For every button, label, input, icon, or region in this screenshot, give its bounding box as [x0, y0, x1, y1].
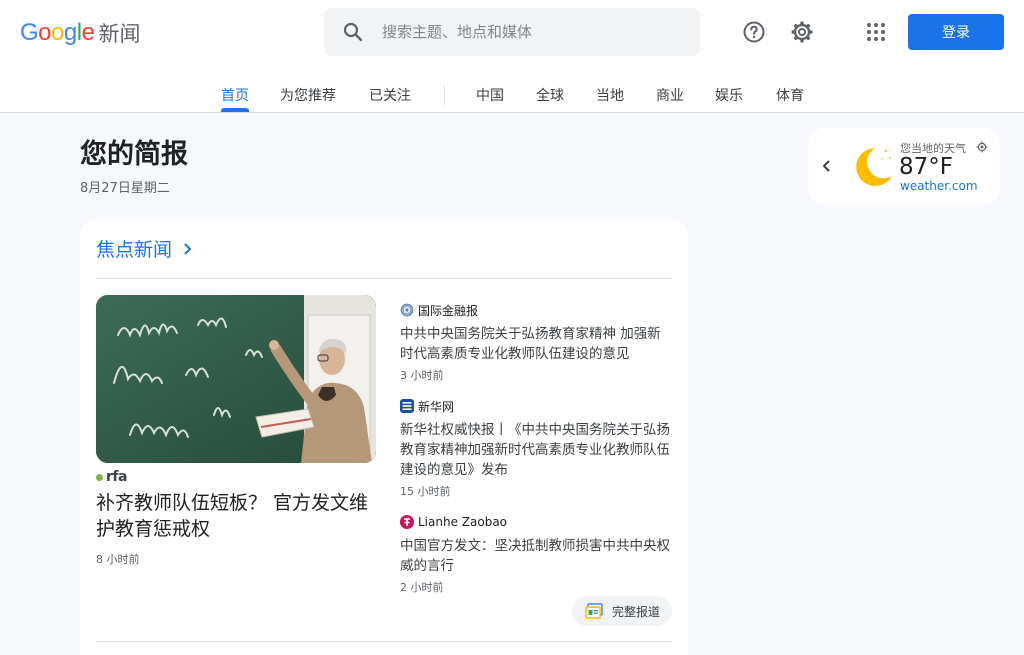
story-item[interactable]: Lianhe Zaobao 中国官方发文：坚决抵制教师损害中共中央权威的言行 2…: [400, 515, 672, 595]
top-stories-heading-label: 焦点新闻: [96, 239, 173, 261]
top-stories-heading[interactable]: 焦点新闻: [96, 235, 194, 262]
search-box[interactable]: [324, 8, 700, 56]
divider: [96, 641, 672, 642]
chalkboard-teacher-illustration: [96, 295, 376, 463]
tab-local[interactable]: 当地: [596, 85, 624, 105]
weather-widget[interactable]: 您当地的天气 87°F weather.com: [808, 128, 1000, 204]
xinhua-source-icon: [400, 399, 414, 413]
sign-in-button[interactable]: 登录: [908, 14, 1004, 50]
top-app-bar: Google 新闻 搜索主题、地点和媒体 登录 首页 为您推荐 已关注 中国 全…: [0, 0, 1024, 113]
apps-grid-icon[interactable]: [864, 20, 888, 44]
help-icon[interactable]: [742, 20, 766, 44]
weather-source-link[interactable]: weather.com: [900, 179, 978, 193]
tab-home[interactable]: 首页: [221, 85, 249, 105]
weather-temperature: 87°F: [899, 154, 953, 180]
main-story-image[interactable]: [96, 295, 376, 463]
tab-entertainment[interactable]: 娱乐: [715, 85, 743, 105]
tab-world[interactable]: 全球: [536, 85, 564, 105]
main-story-headline[interactable]: 补齐教师队伍短板？ 官方发文维护教育惩戒权: [96, 490, 376, 542]
story-item[interactable]: 新华网 新华社权威快报丨《中共中央国务院关于弘扬教育家精神加强新时代高素质专业化…: [400, 399, 672, 499]
briefing-title: 您的简报: [80, 139, 188, 170]
crescent-moon-icon: [856, 148, 892, 186]
story-item[interactable]: 国际金融报 中共中央国务院关于弘扬教育家精神 加强新时代高素质专业化教师队伍建设…: [400, 303, 672, 383]
search-icon[interactable]: [341, 20, 365, 44]
main-story-source-name: rfa: [106, 469, 127, 485]
tab-china[interactable]: 中国: [476, 85, 504, 105]
zaobao-source-icon: [400, 515, 414, 529]
briefing-date: 8月27日星期二: [80, 181, 170, 196]
globe-source-icon: [400, 303, 414, 317]
divider: [96, 278, 672, 279]
story-time: 2 小时前: [400, 581, 444, 594]
story-headline[interactable]: 中国官方发文：坚决抵制教师损害中共中央权威的言行: [400, 536, 672, 576]
story-source[interactable]: 新华网: [400, 399, 672, 414]
main-story-time: 8 小时前: [96, 553, 140, 566]
tab-for-you[interactable]: 为您推荐: [280, 85, 336, 105]
story-time: 15 小时前: [400, 485, 451, 498]
full-coverage-icon: [585, 603, 603, 619]
story-source[interactable]: Lianhe Zaobao: [400, 515, 672, 529]
active-tab-indicator: [221, 108, 249, 112]
story-source-name: 国际金融报: [418, 303, 479, 318]
main-story-source[interactable]: rfa: [96, 469, 127, 485]
top-stories-card: 焦点新闻 rfa 补齐教师队伍短板？ 官方发文维护教育惩戒权 8 小时前 国际金…: [80, 220, 688, 655]
tab-following[interactable]: 已关注: [369, 85, 411, 105]
settings-gear-icon[interactable]: [790, 20, 814, 44]
google-news-logo[interactable]: Google 新闻: [20, 19, 140, 47]
tab-sports[interactable]: 体育: [776, 85, 804, 105]
chevron-left-icon[interactable]: [820, 157, 832, 175]
story-headline[interactable]: 中共中央国务院关于弘扬教育家精神 加强新时代高素质专业化教师队伍建设的意见: [400, 324, 672, 364]
full-coverage-label: 完整报道: [612, 604, 661, 619]
location-target-icon[interactable]: [976, 141, 988, 153]
story-time: 3 小时前: [400, 369, 444, 382]
story-source-name: Lianhe Zaobao: [418, 515, 508, 529]
search-input[interactable]: [382, 8, 682, 56]
chevron-right-icon: [184, 243, 192, 254]
rfa-logo-icon: [96, 473, 103, 481]
story-headline[interactable]: 新华社权威快报丨《中共中央国务院关于弘扬教育家精神加强新时代高素质专业化教师队伍…: [400, 420, 672, 480]
tab-business[interactable]: 商业: [656, 85, 684, 105]
story-source-name: 新华网: [418, 399, 455, 414]
logo-suffix: 新闻: [98, 22, 141, 46]
story-source[interactable]: 国际金融报: [400, 303, 672, 318]
tab-divider: [444, 85, 445, 105]
section-tabs: 首页 为您推荐 已关注 中国 全球 当地 商业 娱乐 体育: [0, 76, 1024, 112]
full-coverage-button[interactable]: 完整报道: [572, 596, 672, 626]
logo-wordmark: Google: [20, 19, 95, 46]
